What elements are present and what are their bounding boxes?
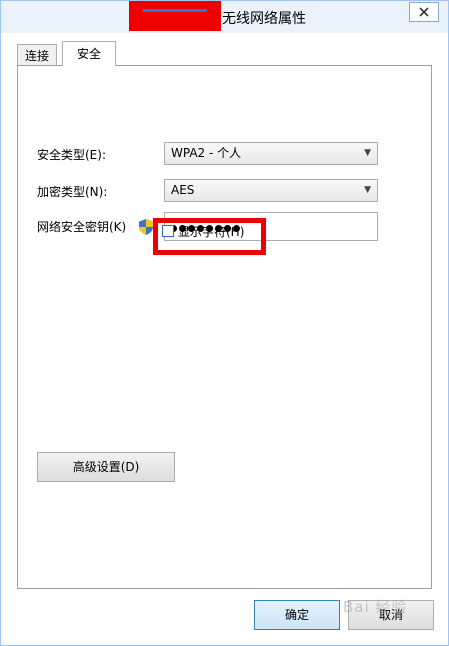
- security-type-select[interactable]: WPA2 - 个人 ▼: [164, 142, 378, 165]
- tab-security[interactable]: 安全: [62, 41, 116, 66]
- window-title: 无线网络属性: [222, 11, 306, 27]
- security-tab-panel: 安全类型(E): WPA2 - 个人 ▼ 加密类型(N): AES ▼ 网络安全…: [17, 65, 432, 589]
- show-characters-label[interactable]: 显示字符(H): [178, 223, 244, 240]
- network-key-label: 网络安全密钥(K): [37, 220, 127, 234]
- title-bar[interactable]: 无线网络属性: [1, 1, 448, 33]
- show-characters-checkbox[interactable]: [162, 225, 174, 237]
- chevron-down-icon: ▼: [364, 185, 371, 195]
- redacted-network-name: [129, 1, 221, 31]
- ok-button[interactable]: 确定: [254, 600, 340, 630]
- close-button[interactable]: [409, 2, 439, 22]
- watermark: Bai 经验: [343, 598, 408, 616]
- tab-connection[interactable]: 连接: [17, 44, 57, 65]
- uac-shield-icon: [139, 219, 153, 235]
- chevron-down-icon: ▼: [364, 148, 371, 158]
- dialog-client-area: 连接 安全 安全类型(E): WPA2 - 个人 ▼ 加密类型(N): AES …: [1, 33, 448, 645]
- encryption-type-label: 加密类型(N):: [37, 185, 108, 199]
- close-icon: [419, 7, 429, 17]
- encryption-type-value: AES: [171, 183, 195, 197]
- security-type-value: WPA2 - 个人: [171, 146, 242, 160]
- redaction-mark: [143, 9, 207, 12]
- wireless-properties-dialog: 无线网络属性 连接 安全 安全类型(E): WPA2 - 个人 ▼ 加密类型(N…: [0, 0, 449, 646]
- security-type-label: 安全类型(E):: [37, 148, 106, 162]
- encryption-type-select[interactable]: AES ▼: [164, 179, 378, 202]
- advanced-settings-button[interactable]: 高级设置(D): [37, 452, 175, 482]
